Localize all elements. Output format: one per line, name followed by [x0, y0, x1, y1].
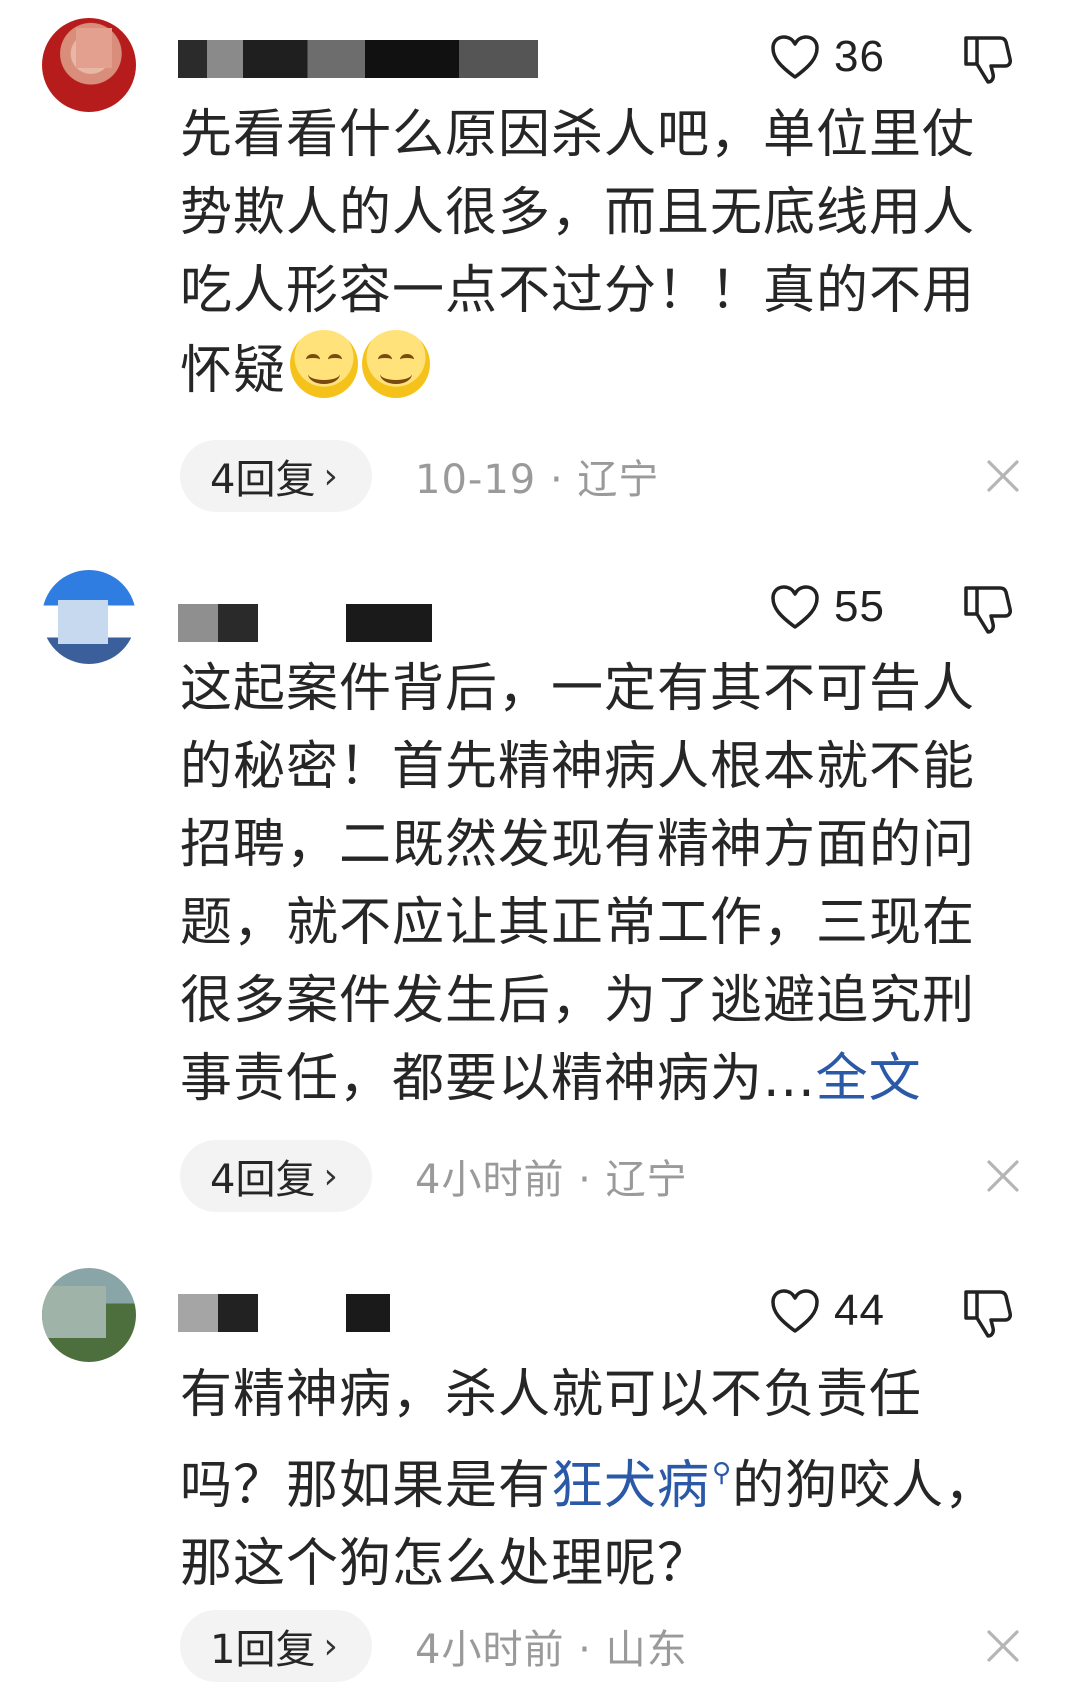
reply-count-label: 4回复 [210, 457, 316, 503]
search-icon: ⚲ [712, 1458, 733, 1488]
comment-meta: 10-19 · 辽宁 [415, 457, 660, 503]
chevron-right-icon: › [323, 455, 338, 497]
like-count: 44 [834, 1286, 885, 1335]
comment-meta: 4小时前 · 辽宁 [415, 1157, 688, 1203]
like-button[interactable]: 55 [770, 580, 885, 634]
thumbs-down-outline-icon[interactable] [960, 580, 1016, 636]
full-text-link[interactable]: 全文 [816, 1049, 922, 1109]
like-count: 55 [834, 582, 885, 631]
chevron-right-icon: › [323, 1155, 338, 1197]
keyword-search-link[interactable]: 狂犬病⚲ [551, 1456, 732, 1516]
comment-meta: 4小时前 · 山东 [415, 1627, 688, 1673]
keyword-link-text: 狂犬病 [551, 1456, 711, 1516]
username-blurred[interactable] [178, 590, 438, 642]
replies-button[interactable]: 1回复 › [180, 1610, 372, 1682]
reply-count-label: 1回复 [210, 1627, 316, 1673]
heart-outline-icon [770, 584, 820, 630]
like-button[interactable]: 36 [770, 30, 885, 84]
avatar[interactable] [42, 570, 136, 664]
like-count: 36 [834, 32, 885, 81]
replies-button[interactable]: 4回复 › [180, 440, 372, 512]
like-button[interactable]: 44 [770, 1284, 885, 1338]
reply-count-label: 4回复 [210, 1157, 316, 1203]
heart-outline-icon [770, 34, 820, 80]
comment-text: 这起案件背后，一定有其不可告人的秘密！首先精神病人根本就不能招聘，二既然发现有精… [180, 659, 976, 1109]
smiling-face-emoji-icon [362, 330, 431, 398]
replies-button[interactable]: 4回复 › [180, 1140, 372, 1212]
close-icon[interactable] [985, 1158, 1021, 1194]
thumbs-down-outline-icon[interactable] [960, 30, 1016, 86]
comment-content: 先看看什么原因杀人吧，单位里仗势欺人的人很多，而且无底线用人吃人形容一点不过分！… [180, 96, 1000, 410]
avatar[interactable] [42, 1268, 136, 1362]
thumbs-down-outline-icon[interactable] [960, 1284, 1016, 1340]
username-blurred[interactable] [178, 38, 538, 78]
close-icon[interactable] [985, 458, 1021, 494]
smiling-face-emoji-icon [290, 330, 359, 398]
chevron-right-icon: › [323, 1625, 338, 1667]
username-blurred[interactable] [178, 1290, 418, 1332]
avatar[interactable] [42, 18, 136, 112]
comment-content: 有精神病，杀人就可以不负责任吗？那如果是有狂犬病⚲的狗咬人，那这个狗怎么处理呢？ [180, 1356, 1000, 1603]
comment-content: 这起案件背后，一定有其不可告人的秘密！首先精神病人根本就不能招聘，二既然发现有精… [180, 650, 1000, 1118]
close-icon[interactable] [985, 1628, 1021, 1664]
heart-outline-icon [770, 1288, 820, 1334]
ellipsis: ... [763, 1049, 816, 1109]
